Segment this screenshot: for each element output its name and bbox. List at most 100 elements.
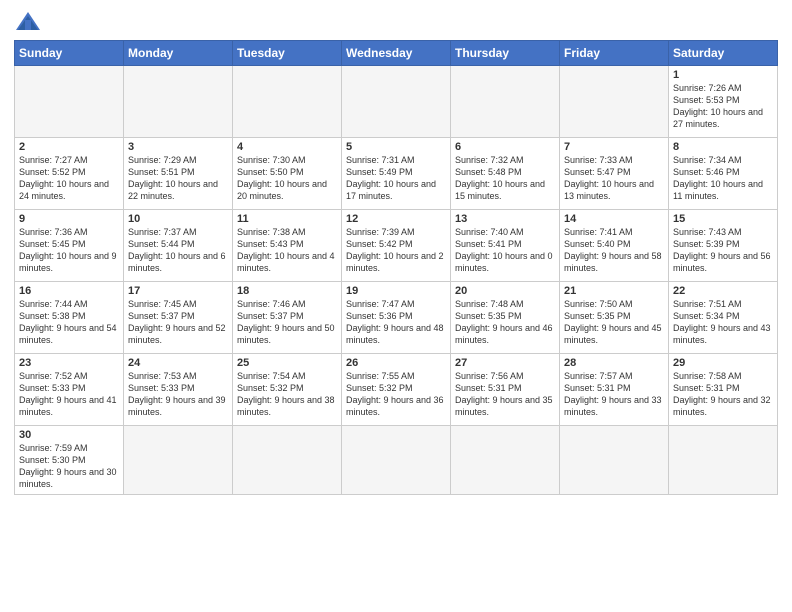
day-number: 8 (673, 141, 773, 153)
day-info: Sunrise: 7:39 AM Sunset: 5:42 PM Dayligh… (346, 226, 446, 275)
day-info: Sunrise: 7:27 AM Sunset: 5:52 PM Dayligh… (19, 154, 119, 203)
day-info: Sunrise: 7:36 AM Sunset: 5:45 PM Dayligh… (19, 226, 119, 275)
day-info: Sunrise: 7:31 AM Sunset: 5:49 PM Dayligh… (346, 154, 446, 203)
day-number: 9 (19, 213, 119, 225)
cal-cell (560, 66, 669, 138)
calendar: SundayMondayTuesdayWednesdayThursdayFrid… (14, 40, 778, 495)
logo-icon (14, 10, 42, 34)
day-info: Sunrise: 7:30 AM Sunset: 5:50 PM Dayligh… (237, 154, 337, 203)
day-info: Sunrise: 7:38 AM Sunset: 5:43 PM Dayligh… (237, 226, 337, 275)
day-number: 23 (19, 357, 119, 369)
day-number: 18 (237, 285, 337, 297)
cal-cell (124, 66, 233, 138)
day-number: 3 (128, 141, 228, 153)
day-number: 29 (673, 357, 773, 369)
day-number: 25 (237, 357, 337, 369)
day-info: Sunrise: 7:55 AM Sunset: 5:32 PM Dayligh… (346, 370, 446, 419)
week-row-1: 2Sunrise: 7:27 AM Sunset: 5:52 PM Daylig… (15, 138, 778, 210)
cal-cell: 19Sunrise: 7:47 AM Sunset: 5:36 PM Dayli… (342, 282, 451, 354)
day-info: Sunrise: 7:47 AM Sunset: 5:36 PM Dayligh… (346, 298, 446, 347)
cal-cell: 16Sunrise: 7:44 AM Sunset: 5:38 PM Dayli… (15, 282, 124, 354)
page: SundayMondayTuesdayWednesdayThursdayFrid… (0, 0, 792, 612)
day-number: 21 (564, 285, 664, 297)
day-info: Sunrise: 7:44 AM Sunset: 5:38 PM Dayligh… (19, 298, 119, 347)
cal-cell: 22Sunrise: 7:51 AM Sunset: 5:34 PM Dayli… (669, 282, 778, 354)
week-row-0: 1Sunrise: 7:26 AM Sunset: 5:53 PM Daylig… (15, 66, 778, 138)
cal-cell: 11Sunrise: 7:38 AM Sunset: 5:43 PM Dayli… (233, 210, 342, 282)
day-number: 7 (564, 141, 664, 153)
cal-cell (233, 426, 342, 495)
day-number: 26 (346, 357, 446, 369)
day-info: Sunrise: 7:53 AM Sunset: 5:33 PM Dayligh… (128, 370, 228, 419)
cal-cell: 21Sunrise: 7:50 AM Sunset: 5:35 PM Dayli… (560, 282, 669, 354)
cal-cell: 24Sunrise: 7:53 AM Sunset: 5:33 PM Dayli… (124, 354, 233, 426)
weekday-header-monday: Monday (124, 41, 233, 66)
day-info: Sunrise: 7:51 AM Sunset: 5:34 PM Dayligh… (673, 298, 773, 347)
day-info: Sunrise: 7:59 AM Sunset: 5:30 PM Dayligh… (19, 442, 119, 491)
day-info: Sunrise: 7:56 AM Sunset: 5:31 PM Dayligh… (455, 370, 555, 419)
day-number: 15 (673, 213, 773, 225)
day-info: Sunrise: 7:37 AM Sunset: 5:44 PM Dayligh… (128, 226, 228, 275)
cal-cell (342, 426, 451, 495)
cal-cell: 15Sunrise: 7:43 AM Sunset: 5:39 PM Dayli… (669, 210, 778, 282)
day-number: 12 (346, 213, 446, 225)
cal-cell (669, 426, 778, 495)
logo (14, 10, 46, 34)
day-number: 16 (19, 285, 119, 297)
cal-cell: 13Sunrise: 7:40 AM Sunset: 5:41 PM Dayli… (451, 210, 560, 282)
cal-cell (451, 66, 560, 138)
cal-cell: 18Sunrise: 7:46 AM Sunset: 5:37 PM Dayli… (233, 282, 342, 354)
day-info: Sunrise: 7:34 AM Sunset: 5:46 PM Dayligh… (673, 154, 773, 203)
cal-cell: 17Sunrise: 7:45 AM Sunset: 5:37 PM Dayli… (124, 282, 233, 354)
day-number: 30 (19, 429, 119, 441)
cal-cell: 9Sunrise: 7:36 AM Sunset: 5:45 PM Daylig… (15, 210, 124, 282)
cal-cell: 6Sunrise: 7:32 AM Sunset: 5:48 PM Daylig… (451, 138, 560, 210)
weekday-header-saturday: Saturday (669, 41, 778, 66)
day-info: Sunrise: 7:33 AM Sunset: 5:47 PM Dayligh… (564, 154, 664, 203)
day-number: 28 (564, 357, 664, 369)
day-info: Sunrise: 7:41 AM Sunset: 5:40 PM Dayligh… (564, 226, 664, 275)
cal-cell: 25Sunrise: 7:54 AM Sunset: 5:32 PM Dayli… (233, 354, 342, 426)
day-number: 11 (237, 213, 337, 225)
week-row-3: 16Sunrise: 7:44 AM Sunset: 5:38 PM Dayli… (15, 282, 778, 354)
day-info: Sunrise: 7:43 AM Sunset: 5:39 PM Dayligh… (673, 226, 773, 275)
cal-cell (342, 66, 451, 138)
cal-cell: 5Sunrise: 7:31 AM Sunset: 5:49 PM Daylig… (342, 138, 451, 210)
weekday-header-thursday: Thursday (451, 41, 560, 66)
day-info: Sunrise: 7:52 AM Sunset: 5:33 PM Dayligh… (19, 370, 119, 419)
cal-cell: 2Sunrise: 7:27 AM Sunset: 5:52 PM Daylig… (15, 138, 124, 210)
day-info: Sunrise: 7:46 AM Sunset: 5:37 PM Dayligh… (237, 298, 337, 347)
weekday-header-sunday: Sunday (15, 41, 124, 66)
cal-cell: 7Sunrise: 7:33 AM Sunset: 5:47 PM Daylig… (560, 138, 669, 210)
cal-cell: 1Sunrise: 7:26 AM Sunset: 5:53 PM Daylig… (669, 66, 778, 138)
day-number: 6 (455, 141, 555, 153)
day-number: 10 (128, 213, 228, 225)
cal-cell: 29Sunrise: 7:58 AM Sunset: 5:31 PM Dayli… (669, 354, 778, 426)
day-number: 1 (673, 69, 773, 81)
day-info: Sunrise: 7:29 AM Sunset: 5:51 PM Dayligh… (128, 154, 228, 203)
day-info: Sunrise: 7:48 AM Sunset: 5:35 PM Dayligh… (455, 298, 555, 347)
cal-cell (233, 66, 342, 138)
week-row-2: 9Sunrise: 7:36 AM Sunset: 5:45 PM Daylig… (15, 210, 778, 282)
weekday-header-tuesday: Tuesday (233, 41, 342, 66)
day-number: 24 (128, 357, 228, 369)
cal-cell (124, 426, 233, 495)
day-info: Sunrise: 7:54 AM Sunset: 5:32 PM Dayligh… (237, 370, 337, 419)
header (14, 10, 778, 34)
cal-cell (451, 426, 560, 495)
day-info: Sunrise: 7:57 AM Sunset: 5:31 PM Dayligh… (564, 370, 664, 419)
cal-cell: 14Sunrise: 7:41 AM Sunset: 5:40 PM Dayli… (560, 210, 669, 282)
day-number: 5 (346, 141, 446, 153)
day-info: Sunrise: 7:32 AM Sunset: 5:48 PM Dayligh… (455, 154, 555, 203)
day-info: Sunrise: 7:26 AM Sunset: 5:53 PM Dayligh… (673, 82, 773, 131)
cal-cell: 27Sunrise: 7:56 AM Sunset: 5:31 PM Dayli… (451, 354, 560, 426)
cal-cell (15, 66, 124, 138)
day-info: Sunrise: 7:50 AM Sunset: 5:35 PM Dayligh… (564, 298, 664, 347)
day-number: 19 (346, 285, 446, 297)
cal-cell: 20Sunrise: 7:48 AM Sunset: 5:35 PM Dayli… (451, 282, 560, 354)
day-info: Sunrise: 7:58 AM Sunset: 5:31 PM Dayligh… (673, 370, 773, 419)
cal-cell: 3Sunrise: 7:29 AM Sunset: 5:51 PM Daylig… (124, 138, 233, 210)
cal-cell: 12Sunrise: 7:39 AM Sunset: 5:42 PM Dayli… (342, 210, 451, 282)
day-number: 20 (455, 285, 555, 297)
week-row-5: 30Sunrise: 7:59 AM Sunset: 5:30 PM Dayli… (15, 426, 778, 495)
